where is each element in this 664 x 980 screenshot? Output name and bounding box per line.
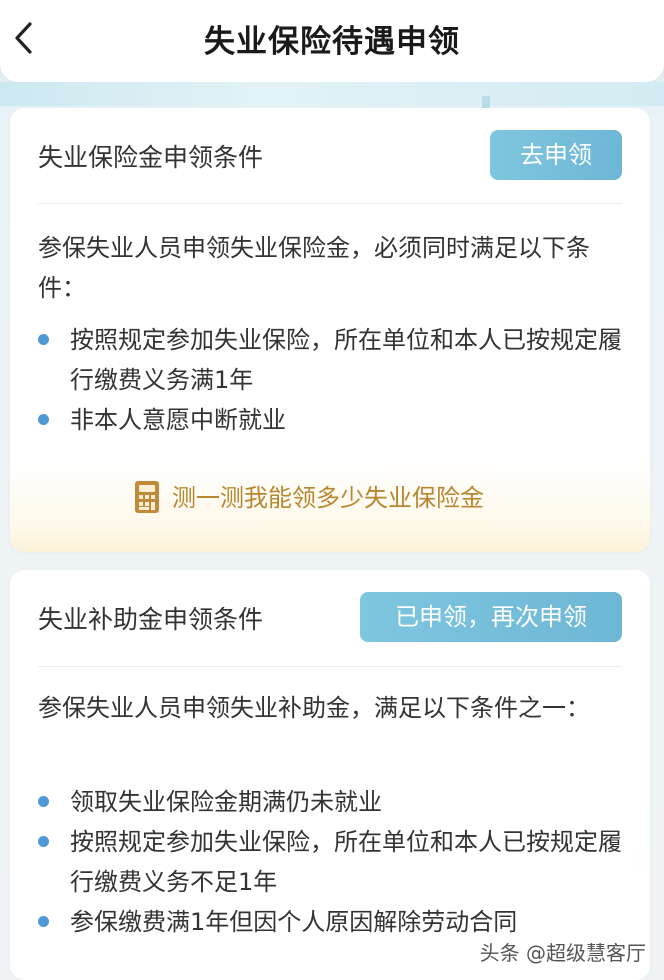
list-item-text: 非本人意愿中断就业 — [70, 406, 286, 434]
conditions-intro: 参保失业人员申领失业保险金，必须同时满足以下条件： — [38, 234, 590, 302]
bullet-dot-icon — [38, 796, 49, 807]
conditions-intro: 参保失业人员申领失业补助金，满足以下条件之一： — [38, 694, 590, 722]
conditions-list: 按照规定参加失业保险，所在单位和本人已按规定履行缴费义务满1年 非本人意愿中断就… — [38, 320, 630, 440]
conditions-list: 领取失业保险金期满仍未就业 按照规定参加失业保险，所在单位和本人已按规定履行缴费… — [38, 782, 630, 942]
list-item: 领取失业保险金期满仍未就业 — [38, 782, 630, 822]
list-item: 按照规定参加失业保险，所在单位和本人已按规定履行缴费义务不足1年 — [38, 822, 630, 902]
calculator-icon — [134, 480, 160, 514]
card-title: 失业补助金申领条件 — [38, 605, 264, 634]
list-item-text: 按照规定参加失业保险，所在单位和本人已按规定履行缴费义务不足1年 — [70, 828, 622, 896]
divider — [38, 203, 622, 204]
bullet-dot-icon — [38, 836, 49, 847]
list-item-text: 按照规定参加失业保险，所在单位和本人已按规定履行缴费义务满1年 — [70, 326, 622, 394]
unemployment-subsidy-card: 失业补助金申领条件 已申领，再次申领 参保失业人员申领失业补助金，满足以下条件之… — [10, 570, 650, 980]
list-item: 按照规定参加失业保险，所在单位和本人已按规定履行缴费义务满1年 — [38, 320, 630, 400]
list-item: 非本人意愿中断就业 — [38, 400, 630, 440]
watermark: 头条 @超级慧客厅 — [475, 935, 650, 968]
top-bar: 失业保险待遇申领 — [0, 0, 664, 82]
divider — [38, 666, 622, 667]
calculator-link-label: 测一测我能领多少失业保险金 — [172, 484, 484, 512]
list-item-text: 领取失业保险金期满仍未就业 — [70, 788, 382, 816]
list-item-text: 参保缴费满1年但因个人原因解除劳动合同 — [70, 908, 518, 936]
card-title: 失业保险金申领条件 — [38, 143, 264, 172]
bullet-dot-icon — [38, 916, 49, 927]
bullet-dot-icon — [38, 414, 49, 425]
reapply-button[interactable]: 已申领，再次申领 — [360, 592, 622, 642]
bullet-dot-icon — [38, 334, 49, 345]
apply-button[interactable]: 去申领 — [490, 130, 622, 180]
unemployment-benefit-card: 失业保险金申领条件 去申领 参保失业人员申领失业保险金，必须同时满足以下条件： … — [10, 108, 650, 552]
banner-decoration — [0, 82, 664, 106]
page-title: 失业保险待遇申领 — [204, 24, 460, 60]
